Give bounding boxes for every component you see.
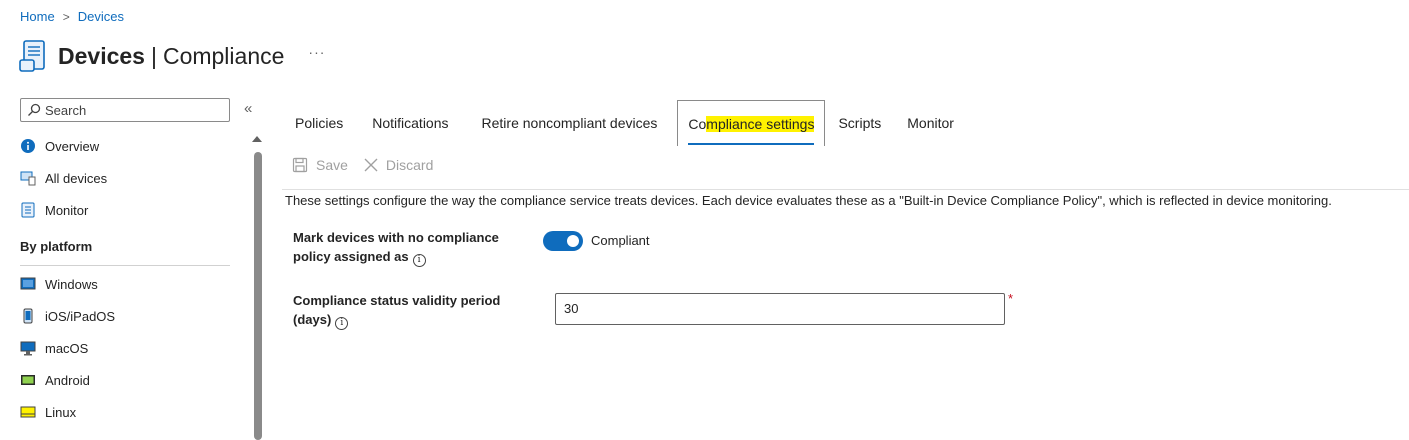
more-options-icon[interactable]: ··· [308, 44, 325, 60]
sidebar-section-by-platform: By platform [20, 228, 230, 266]
tab-policies[interactable]: Policies [282, 100, 356, 146]
tab-retire-noncompliant-devices[interactable]: Retire noncompliant devices [465, 100, 678, 146]
discard-label: Discard [385, 157, 434, 173]
devices-icon [20, 170, 36, 186]
sidebar-item-label: Overview [45, 138, 100, 154]
sidebar-item-windows[interactable]: Windows [20, 268, 230, 300]
tab-notifications[interactable]: Notifications [356, 100, 464, 146]
sidebar-item-label: Android [45, 372, 90, 388]
breadcrumb-home-link[interactable]: Home [20, 9, 55, 24]
page-header: Devices | Compliance ··· [18, 38, 325, 74]
tab-scripts[interactable]: Scripts [825, 100, 894, 146]
breadcrumb: Home > Devices [20, 9, 124, 24]
settings-description: These settings configure the way the com… [285, 193, 1332, 208]
sidebar-item-label: macOS [45, 340, 89, 356]
validity-period-label-line2: (days) [293, 312, 332, 327]
tab-monitor[interactable]: Monitor [894, 100, 967, 146]
tab-compliance-settings[interactable]: Co mpliance settings [677, 100, 826, 146]
validity-period-label: Compliance status validity period (days)… [293, 291, 500, 330]
search-icon [28, 103, 41, 116]
save-icon [292, 157, 308, 173]
monitor-icon [20, 202, 36, 218]
linux-icon [20, 404, 36, 420]
scroll-up-arrow-icon[interactable] [252, 136, 262, 142]
compliance-document-icon [19, 40, 45, 72]
info-icon[interactable]: i [335, 317, 349, 330]
phone-icon [20, 308, 36, 324]
android-icon [20, 372, 36, 388]
desktop-icon [20, 340, 36, 356]
mark-devices-label: Mark devices with no compliance policy a… [293, 228, 499, 267]
sidebar-item-overview[interactable]: Overview [20, 130, 230, 162]
breadcrumb-separator-icon: > [62, 9, 70, 24]
breadcrumb-devices-link[interactable]: Devices [78, 9, 124, 24]
tab-bar: Policies Notifications Retire noncomplia… [282, 100, 967, 146]
close-icon [364, 158, 378, 172]
search-input[interactable]: Search [20, 98, 230, 122]
sidebar-item-label: All devices [45, 170, 108, 186]
page-title-main: Devices [58, 42, 145, 69]
compliance-toggle[interactable] [543, 231, 583, 251]
windows-icon [20, 276, 36, 292]
save-label: Save [316, 157, 348, 173]
sidebar-nav: Overview All devices Monitor By platform… [20, 130, 230, 428]
sidebar-item-label: Monitor [45, 202, 89, 218]
discard-button[interactable]: Discard [364, 157, 433, 173]
page-title: Devices | Compliance [58, 43, 284, 70]
sidebar-scrollbar[interactable] [254, 152, 262, 440]
tab-compliance-settings-label-start: Co [688, 115, 707, 132]
validity-period-input[interactable]: 30 [555, 293, 1005, 325]
mark-devices-label-line1: Mark devices with no compliance [293, 230, 499, 245]
validity-period-label-line1: Compliance status validity period [293, 293, 501, 308]
toolbar-divider [282, 189, 1409, 190]
toggle-value-label: Compliant [591, 233, 650, 248]
sidebar-item-label: iOS/iPadOS [45, 308, 116, 324]
search-placeholder: Search [45, 102, 87, 118]
info-icon[interactable]: i [412, 254, 426, 267]
info-icon [20, 138, 36, 154]
save-button[interactable]: Save [292, 157, 348, 173]
sidebar-item-linux[interactable]: Linux [20, 396, 230, 428]
sidebar-item-macos[interactable]: macOS [20, 332, 230, 364]
page-title-pipe: | [150, 42, 157, 69]
required-indicator: * [1008, 291, 1014, 306]
mark-devices-label-line2: policy assigned as [293, 249, 409, 264]
page-title-sub: Compliance [162, 42, 285, 69]
sidebar-item-label: Windows [45, 276, 98, 292]
tab-compliance-settings-label-highlight: mpliance settings [706, 115, 815, 132]
collapse-sidebar-icon[interactable]: « [244, 100, 252, 117]
sidebar-item-all-devices[interactable]: All devices [20, 162, 230, 194]
command-bar: Save Discard [292, 157, 449, 173]
sidebar-item-android[interactable]: Android [20, 364, 230, 396]
sidebar-item-ios-ipados[interactable]: iOS/iPadOS [20, 300, 230, 332]
sidebar-item-label: Linux [45, 404, 77, 420]
sidebar-item-monitor[interactable]: Monitor [20, 194, 230, 226]
